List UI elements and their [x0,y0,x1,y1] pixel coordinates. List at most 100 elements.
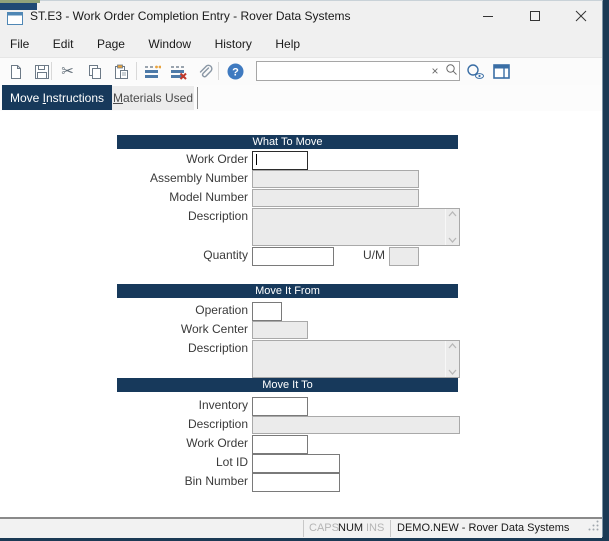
insert-rows-icon [144,64,161,80]
save-icon [34,64,50,80]
quantity-label: Quantity [60,247,248,264]
toolbar-separator [51,62,52,80]
title-bar: ST.E3 - Work Order Completion Entry - Ro… [0,1,602,31]
toolbar: ✂ [0,57,602,86]
menu-help[interactable]: Help [266,31,309,57]
paste-button[interactable] [108,59,133,84]
text-caret [256,154,257,165]
scroll-up-icon [448,343,457,349]
scroll-down-icon [448,369,457,375]
help-icon: ? [227,63,244,80]
close-button[interactable] [559,1,602,31]
menu-history[interactable]: History [206,31,261,57]
scroll-down-icon [448,237,457,243]
status-separator [303,520,304,537]
resize-grip[interactable] [587,519,600,537]
screen: ST.E3 - Work Order Completion Entry - Ro… [0,0,609,541]
from-description-field [252,340,460,378]
to-work-order-input[interactable] [252,435,308,454]
attachment-button[interactable] [192,59,217,84]
inventory-input[interactable] [252,397,308,416]
tab-separator [197,87,198,109]
app-window-icon [7,12,23,25]
operation-label: Operation [60,302,248,319]
cut-button[interactable]: ✂ [55,59,80,84]
attachment-icon [196,63,213,80]
svg-text:?: ? [232,67,239,79]
model-number-field [252,189,419,207]
maximize-icon [530,11,541,22]
window-title: ST.E3 - Work Order Completion Entry - Ro… [30,1,351,31]
close-icon [575,10,587,22]
caps-indicator: CAPS [309,519,339,538]
um-field [389,247,419,266]
delete-rows-button[interactable] [166,59,191,84]
textarea-scrollbar [445,341,459,377]
menu-edit[interactable]: Edit [44,31,83,57]
desktop-artifact [0,3,37,10]
lookup-preview-button[interactable] [463,59,488,84]
assembly-number-label: Assembly Number [60,170,248,187]
bin-number-input[interactable] [252,473,340,492]
from-description-label: Description [60,340,248,357]
window-layout-icon [493,64,510,79]
work-order-input[interactable] [252,151,308,170]
menu-window[interactable]: Window [139,31,200,57]
quantity-input[interactable] [252,247,334,266]
lookup-preview-icon [466,63,485,81]
tab-move-instructions[interactable]: Move Instructions [2,85,112,110]
lot-id-input[interactable] [252,454,340,473]
bin-number-label: Bin Number [60,473,248,490]
um-label: U/M [340,247,385,264]
toolbar-search: × [256,61,460,81]
window-layout-button[interactable] [489,59,514,84]
num-indicator: NUM [338,519,363,538]
search-icon[interactable] [443,63,459,80]
new-document-button[interactable] [3,59,28,84]
maximize-button[interactable] [512,1,558,31]
work-order-label: Work Order [60,151,248,168]
work-center-field [252,321,308,339]
assembly-number-field [252,170,419,188]
to-description-label: Description [60,416,248,433]
delete-rows-icon [170,64,187,80]
help-button[interactable]: ? [223,59,248,84]
lot-id-label: Lot ID [60,454,248,471]
desktop-background-right [603,0,609,541]
section-header-move-it-to: Move It To [117,378,458,392]
textarea-scrollbar [445,209,459,245]
new-document-icon [8,64,24,80]
copy-button[interactable] [82,59,107,84]
minimize-button[interactable] [465,1,511,31]
search-input[interactable] [257,64,427,78]
status-bar: CAPS NUM INS DEMO.NEW - Rover Data Syste… [0,519,602,538]
work-center-label: Work Center [60,321,248,338]
ins-indicator: INS [366,519,384,538]
clear-search-icon[interactable]: × [427,63,443,79]
copy-icon [87,64,103,80]
what-description-label: Description [60,208,248,225]
menu-page[interactable]: Page [88,31,134,57]
insert-rows-button[interactable] [140,59,165,84]
section-header-what-to-move: What To Move [117,135,458,149]
toolbar-separator [218,62,219,80]
inventory-label: Inventory [60,397,248,414]
section-header-move-it-from: Move It From [117,284,458,298]
tab-materials-used[interactable]: Materials Used [112,86,194,110]
menu-bar: File Edit Page Window History Help [0,31,602,57]
status-message: DEMO.NEW - Rover Data Systems [397,519,569,538]
status-separator [390,520,391,537]
to-work-order-label: Work Order [60,435,248,452]
model-number-label: Model Number [60,189,248,206]
resize-grip-icon [587,519,600,532]
app-window: ST.E3 - Work Order Completion Entry - Ro… [0,0,603,537]
menu-file[interactable]: File [1,31,38,57]
minimize-icon [483,11,494,22]
scroll-up-icon [448,211,457,217]
toolbar-separator [136,62,137,80]
cut-icon: ✂ [61,64,74,79]
to-description-field [252,416,460,434]
operation-input[interactable] [252,302,282,321]
what-description-field [252,208,460,246]
tab-strip: Move Instructions Materials Used [0,85,602,111]
